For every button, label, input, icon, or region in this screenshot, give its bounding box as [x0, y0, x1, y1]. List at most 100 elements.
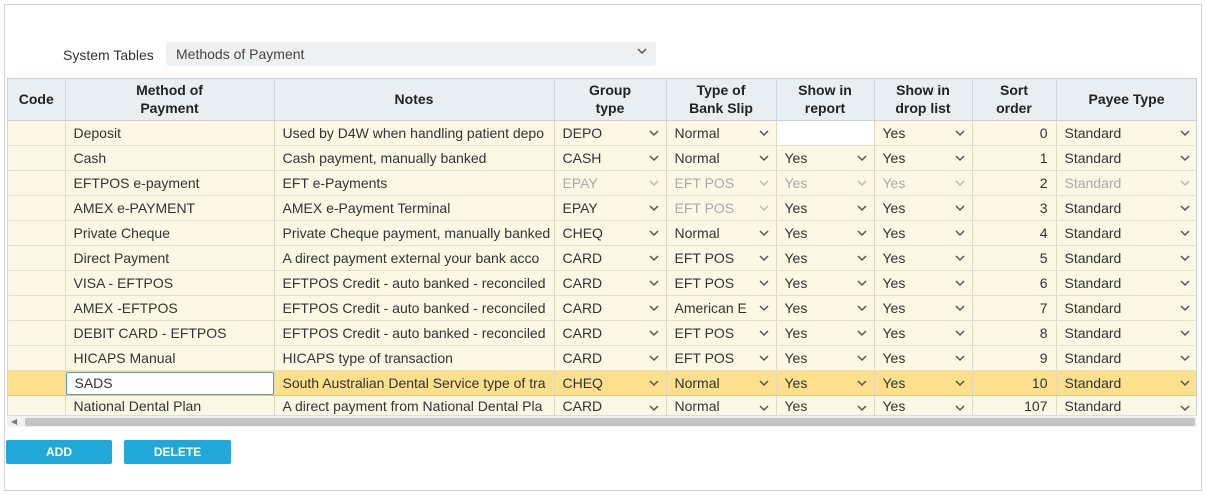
- cell-show-in-report[interactable]: Yes: [776, 320, 875, 346]
- table-row[interactable]: SADS South Australian Dental Service type…: [8, 370, 1196, 396]
- cell-payee-type[interactable]: Standard: [1056, 195, 1196, 221]
- col-header-sort-order[interactable]: Sort order: [972, 79, 1057, 121]
- cell-show-in-report[interactable]: Yes: [776, 295, 875, 321]
- cell-show-in-report[interactable]: Yes: [776, 345, 875, 371]
- chevron-down-icon[interactable]: [1179, 402, 1191, 414]
- chevron-down-icon[interactable]: [954, 152, 966, 164]
- cell-sort-order[interactable]: 3: [972, 195, 1057, 221]
- chevron-down-icon[interactable]: [856, 177, 868, 189]
- cell-method[interactable]: AMEX e-PAYMENT: [65, 195, 275, 221]
- col-header-method[interactable]: Method of Payment: [65, 79, 275, 121]
- cell-show-in-report[interactable]: Yes: [776, 245, 875, 271]
- cell-show-in-drop-list[interactable]: Yes: [874, 245, 973, 271]
- chevron-down-icon[interactable]: [1179, 252, 1191, 264]
- col-header-show-in-report[interactable]: Show in report: [776, 79, 875, 121]
- chevron-down-icon[interactable]: [1179, 127, 1191, 139]
- cell-bank-slip[interactable]: EFT POS: [666, 245, 777, 271]
- cell-payee-type[interactable]: Standard: [1056, 270, 1196, 296]
- cell-payee-type[interactable]: Standard: [1056, 395, 1196, 418]
- chevron-down-icon[interactable]: [954, 302, 966, 314]
- cell-code[interactable]: [8, 170, 66, 196]
- payment-methods-grid[interactable]: Code Method of Payment Notes Group type …: [7, 78, 1197, 426]
- cell-method[interactable]: EFTPOS e-payment: [65, 170, 275, 196]
- table-row[interactable]: AMEX e-PAYMENT AMEX e-Payment Terminal EPA…: [8, 195, 1196, 221]
- cell-sort-order[interactable]: 107: [972, 395, 1057, 418]
- cell-notes[interactable]: EFTPOS Credit - auto banked - reconciled: [274, 270, 555, 296]
- cell-group-type[interactable]: CARD: [554, 395, 667, 418]
- chevron-down-icon[interactable]: [758, 177, 770, 189]
- cell-bank-slip[interactable]: EFT POS: [666, 270, 777, 296]
- cell-show-in-drop-list[interactable]: Yes: [874, 395, 973, 418]
- cell-sort-order[interactable]: 7: [972, 295, 1057, 321]
- col-header-show-in-drop-list[interactable]: Show in drop list: [874, 79, 973, 121]
- cell-notes[interactable]: A direct payment from National Dental Pl…: [274, 395, 555, 418]
- chevron-down-icon[interactable]: [1179, 177, 1191, 189]
- cell-group-type[interactable]: CARD: [554, 245, 667, 271]
- cell-show-in-drop-list[interactable]: Yes: [874, 170, 973, 196]
- cell-code[interactable]: [8, 345, 66, 371]
- cell-show-in-report[interactable]: Yes: [776, 145, 875, 171]
- cell-show-in-report[interactable]: Yes: [776, 170, 875, 196]
- cell-sort-order[interactable]: 10: [972, 370, 1057, 396]
- chevron-down-icon[interactable]: [1179, 327, 1191, 339]
- cell-group-type[interactable]: CARD: [554, 320, 667, 346]
- table-row[interactable]: HICAPS Manual HICAPS type of transaction C…: [8, 345, 1196, 371]
- cell-code[interactable]: [8, 395, 66, 418]
- chevron-down-icon[interactable]: [758, 302, 770, 314]
- cell-show-in-report[interactable]: Yes: [776, 220, 875, 246]
- cell-sort-order[interactable]: 0: [972, 120, 1057, 146]
- cell-method[interactable]: Direct Payment: [65, 245, 275, 271]
- cell-sort-order[interactable]: 8: [972, 320, 1057, 346]
- col-header-group-type[interactable]: Group type: [554, 79, 667, 121]
- cell-show-in-report[interactable]: Yes: [776, 195, 875, 221]
- chevron-down-icon[interactable]: [856, 302, 868, 314]
- cell-payee-type[interactable]: Standard: [1056, 345, 1196, 371]
- chevron-down-icon[interactable]: [648, 277, 660, 289]
- chevron-down-icon[interactable]: [954, 202, 966, 214]
- cell-notes[interactable]: HICAPS type of transaction: [274, 345, 555, 371]
- cell-method[interactable]: Deposit: [65, 120, 275, 146]
- add-button[interactable]: ADD: [6, 440, 112, 464]
- cell-code[interactable]: [8, 245, 66, 271]
- cell-sort-order[interactable]: 1: [972, 145, 1057, 171]
- cell-bank-slip[interactable]: EFT POS: [666, 345, 777, 371]
- table-row[interactable]: National Dental Plan A direct payment fro…: [8, 395, 1196, 418]
- method-edit-input[interactable]: SADS: [65, 371, 273, 394]
- cell-code[interactable]: [8, 195, 66, 221]
- cell-group-type[interactable]: CASH: [554, 145, 667, 171]
- table-row[interactable]: DEBIT CARD - EFTPOS EFTPOS Credit - auto …: [8, 320, 1196, 346]
- chevron-down-icon[interactable]: [856, 352, 868, 364]
- cell-bank-slip[interactable]: Normal: [666, 370, 777, 396]
- chevron-down-icon[interactable]: [758, 327, 770, 339]
- cell-group-type[interactable]: CHEQ: [554, 370, 667, 396]
- cell-notes[interactable]: Used by D4W when handling patient depo: [274, 120, 555, 146]
- cell-group-type[interactable]: CARD: [554, 295, 667, 321]
- chevron-down-icon[interactable]: [856, 152, 868, 164]
- cell-payee-type[interactable]: Standard: [1056, 120, 1196, 146]
- cell-payee-type[interactable]: Standard: [1056, 295, 1196, 321]
- chevron-down-icon[interactable]: [954, 177, 966, 189]
- chevron-down-icon[interactable]: [648, 177, 660, 189]
- chevron-down-icon[interactable]: [648, 202, 660, 214]
- chevron-down-icon[interactable]: [954, 327, 966, 339]
- cell-method[interactable]: HICAPS Manual: [65, 345, 275, 371]
- chevron-down-icon[interactable]: [954, 402, 966, 414]
- cell-payee-type[interactable]: Standard: [1056, 245, 1196, 271]
- cell-group-type[interactable]: EPAY: [554, 170, 667, 196]
- col-header-notes[interactable]: Notes: [274, 79, 555, 121]
- cell-sort-order[interactable]: 5: [972, 245, 1057, 271]
- chevron-down-icon[interactable]: [648, 152, 660, 164]
- cell-show-in-drop-list[interactable]: Yes: [874, 295, 973, 321]
- cell-code[interactable]: [8, 295, 66, 321]
- cell-method[interactable]: Cash: [65, 145, 275, 171]
- chevron-down-icon[interactable]: [758, 152, 770, 164]
- chevron-down-icon[interactable]: [648, 402, 660, 414]
- chevron-down-icon[interactable]: [856, 402, 868, 414]
- table-row[interactable]: Private Cheque Private Cheque payment, ma…: [8, 220, 1196, 246]
- cell-sort-order[interactable]: 6: [972, 270, 1057, 296]
- chevron-down-icon[interactable]: [758, 402, 770, 414]
- cell-bank-slip[interactable]: Normal: [666, 120, 777, 146]
- cell-show-in-report[interactable]: Yes: [776, 395, 875, 418]
- cell-code[interactable]: [8, 320, 66, 346]
- cell-notes[interactable]: Private Cheque payment, manually banked: [274, 220, 555, 246]
